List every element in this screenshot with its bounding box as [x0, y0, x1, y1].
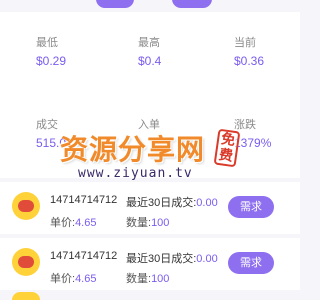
quantity-label: 数量: — [126, 273, 152, 285]
stat-low-label: 最低 — [36, 37, 58, 49]
list-item: 14714714712 最近30日成交:0.00 单价:4.65 数量:100 … — [0, 182, 300, 234]
seller-phone: 14714714712 — [50, 250, 118, 262]
top-tab-pill-right[interactable] — [172, 0, 212, 8]
deal-value: 0.00 — [196, 253, 218, 265]
stat-low-value: $0.29 — [36, 54, 67, 68]
list-item: 14714714712 最近30日成交:0.00 单价:4.65 数量:100 … — [0, 238, 300, 290]
avatar — [12, 192, 40, 220]
stat-volume-value: 515.0 — [36, 136, 67, 150]
unit-price: 单价:4.65 — [50, 214, 96, 230]
pig-icon — [18, 200, 34, 212]
deal-summary: 最近30日成交:0.00 — [126, 250, 218, 266]
quantity: 数量:100 — [126, 214, 169, 230]
stat-change-label: 涨跌 — [234, 119, 256, 131]
seller-phone: 14714714712 — [50, 194, 118, 206]
deal-label: 最近30日成交: — [126, 253, 197, 265]
pig-icon — [18, 256, 34, 268]
deal-label: 最近30日成交: — [126, 197, 197, 209]
unit-price-label: 单价: — [50, 217, 76, 229]
deal-value: 0.00 — [196, 197, 218, 209]
quantity-value: 100 — [151, 273, 170, 285]
quantity: 数量:100 — [126, 270, 169, 286]
stat-volume: 成交 515.0 — [0, 94, 100, 168]
stat-high-value: $0.4 — [138, 54, 162, 68]
quantity-value: 100 — [151, 217, 170, 229]
stat-order: 入单 — [100, 94, 200, 168]
unit-price-label: 单价: — [50, 273, 76, 285]
top-tab-strip — [0, 0, 300, 12]
stat-current-value: $0.36 — [234, 54, 265, 68]
next-item-avatar-peek — [12, 292, 40, 300]
unit-price: 单价:4.65 — [50, 270, 96, 286]
stat-current-label: 当前 — [234, 37, 256, 49]
stat-volume-label: 成交 — [36, 119, 58, 131]
deal-summary: 最近30日成交:0.00 — [126, 194, 218, 210]
avatar — [12, 248, 40, 276]
stat-low: 最低 $0.29 — [0, 12, 100, 86]
stat-order-label: 入单 — [138, 119, 160, 131]
market-stats-panel: 最低 $0.29 最高 $0.4 当前 $0.36 成交 515.0 入单 涨跌… — [0, 12, 300, 178]
unit-price-value: 4.65 — [75, 217, 97, 229]
top-tab-pill-left[interactable] — [96, 0, 134, 8]
quantity-label: 数量: — [126, 217, 152, 229]
request-button[interactable]: 需求 — [228, 252, 274, 274]
stat-high: 最高 $0.4 — [100, 12, 200, 86]
stat-change-value: 1379% — [234, 136, 272, 150]
unit-price-value: 4.65 — [75, 273, 97, 285]
stat-current: 当前 $0.36 — [200, 12, 300, 86]
stat-high-label: 最高 — [138, 37, 160, 49]
request-button[interactable]: 需求 — [228, 196, 274, 218]
stat-change: 涨跌 1379% — [200, 94, 300, 168]
